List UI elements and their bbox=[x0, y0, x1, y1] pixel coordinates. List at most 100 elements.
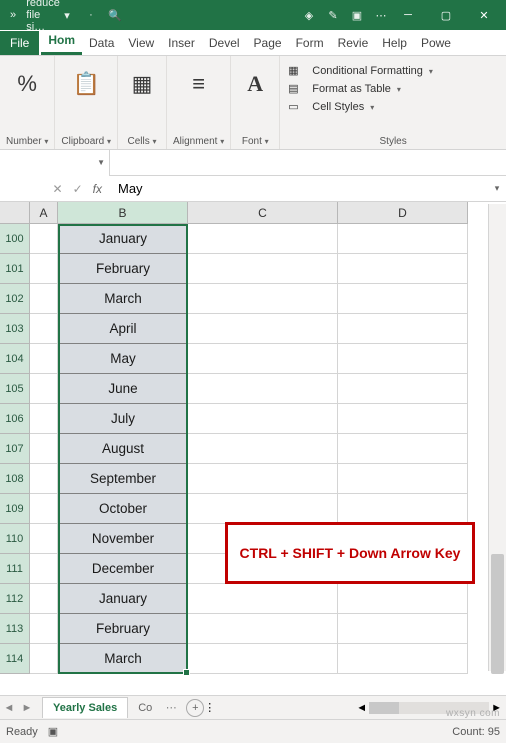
tab-page[interactable]: Page bbox=[247, 31, 289, 55]
tab-formulas[interactable]: Form bbox=[289, 31, 331, 55]
cell[interactable] bbox=[188, 644, 338, 674]
cell[interactable] bbox=[338, 494, 468, 524]
row-header[interactable]: 110 bbox=[0, 524, 30, 554]
scroll-left-icon[interactable]: ◄ bbox=[356, 702, 367, 714]
row-header[interactable]: 103 bbox=[0, 314, 30, 344]
cell[interactable] bbox=[30, 254, 58, 284]
cell[interactable] bbox=[338, 374, 468, 404]
cell[interactable] bbox=[188, 434, 338, 464]
cell[interactable]: July bbox=[58, 404, 188, 434]
cell[interactable]: March bbox=[58, 644, 188, 674]
cell[interactable] bbox=[188, 314, 338, 344]
cell[interactable] bbox=[30, 494, 58, 524]
formula-value[interactable]: May bbox=[110, 181, 488, 196]
cell[interactable] bbox=[338, 224, 468, 254]
group-number[interactable]: % Number ▾ bbox=[0, 56, 55, 149]
fx-icon[interactable]: fx bbox=[93, 182, 102, 196]
cell[interactable]: February bbox=[58, 254, 188, 284]
close-button[interactable]: ✕ bbox=[466, 0, 502, 30]
cell[interactable] bbox=[30, 644, 58, 674]
row-header[interactable]: 108 bbox=[0, 464, 30, 494]
row-header[interactable]: 101 bbox=[0, 254, 30, 284]
cell[interactable] bbox=[338, 344, 468, 374]
format-as-table-button[interactable]: ▤ Format as Table ▾ bbox=[288, 80, 498, 98]
tab-review[interactable]: Revie bbox=[331, 31, 376, 55]
row-header[interactable]: 113 bbox=[0, 614, 30, 644]
cell[interactable] bbox=[188, 224, 338, 254]
diamond-icon[interactable]: ◈ bbox=[300, 6, 318, 24]
cell[interactable] bbox=[30, 374, 58, 404]
cell[interactable] bbox=[338, 434, 468, 464]
tab-insert[interactable]: Inser bbox=[161, 31, 202, 55]
cell[interactable]: May bbox=[58, 344, 188, 374]
cell[interactable]: September bbox=[58, 464, 188, 494]
cell[interactable] bbox=[188, 494, 338, 524]
cell[interactable] bbox=[338, 254, 468, 284]
cell[interactable]: February bbox=[58, 614, 188, 644]
tab-file[interactable]: File bbox=[0, 31, 39, 55]
dropdown-icon[interactable]: ▾ bbox=[58, 6, 76, 24]
sheet-nav-next[interactable]: ► bbox=[18, 702, 36, 714]
row-header[interactable]: 112 bbox=[0, 584, 30, 614]
cell[interactable]: December bbox=[58, 554, 188, 584]
col-header-c[interactable]: C bbox=[188, 202, 338, 224]
cell[interactable]: October bbox=[58, 494, 188, 524]
group-font[interactable]: A Font ▾ bbox=[231, 56, 280, 149]
tab-view[interactable]: View bbox=[121, 31, 161, 55]
cell[interactable] bbox=[30, 614, 58, 644]
cell[interactable] bbox=[30, 224, 58, 254]
group-clipboard[interactable]: 📋 Clipboard ▾ bbox=[55, 56, 118, 149]
col-header-a[interactable]: A bbox=[30, 202, 58, 224]
ribbon-options-icon[interactable]: ⋯ bbox=[372, 6, 390, 24]
maximize-button[interactable]: ▢ bbox=[428, 0, 464, 30]
cell[interactable] bbox=[338, 614, 468, 644]
vertical-scrollbar[interactable] bbox=[488, 204, 506, 671]
row-header[interactable]: 111 bbox=[0, 554, 30, 584]
cell[interactable]: January bbox=[58, 224, 188, 254]
name-box[interactable]: ▼ bbox=[0, 150, 110, 176]
minimize-button[interactable]: ─ bbox=[390, 0, 426, 30]
chevron-down-icon[interactable]: ▼ bbox=[97, 158, 105, 167]
cell[interactable] bbox=[338, 284, 468, 314]
sheet-tab-next[interactable]: Co bbox=[128, 698, 162, 718]
row-header[interactable]: 106 bbox=[0, 404, 30, 434]
cell[interactable] bbox=[338, 464, 468, 494]
add-sheet-button[interactable]: + bbox=[186, 699, 204, 717]
col-header-b[interactable]: B bbox=[58, 202, 188, 224]
cell[interactable]: January bbox=[58, 584, 188, 614]
cell[interactable]: April bbox=[58, 314, 188, 344]
cell[interactable] bbox=[30, 434, 58, 464]
row-header[interactable]: 109 bbox=[0, 494, 30, 524]
tab-power[interactable]: Powe bbox=[414, 31, 458, 55]
tab-data[interactable]: Data bbox=[82, 31, 121, 55]
row-header[interactable]: 114 bbox=[0, 644, 30, 674]
cell[interactable] bbox=[338, 404, 468, 434]
pen-icon[interactable]: ✎ bbox=[324, 6, 342, 24]
cell[interactable] bbox=[30, 584, 58, 614]
cell[interactable] bbox=[30, 464, 58, 494]
tab-developer[interactable]: Devel bbox=[202, 31, 247, 55]
row-header[interactable]: 105 bbox=[0, 374, 30, 404]
cell[interactable] bbox=[188, 584, 338, 614]
cell[interactable] bbox=[30, 404, 58, 434]
conditional-formatting-button[interactable]: ▦ Conditional Formatting ▾ bbox=[288, 62, 498, 80]
cell-styles-button[interactable]: ▭ Cell Styles ▾ bbox=[288, 98, 498, 116]
row-header[interactable]: 104 bbox=[0, 344, 30, 374]
sheet-nav-prev[interactable]: ◄ bbox=[0, 702, 18, 714]
search-icon[interactable]: 🔍 bbox=[106, 6, 124, 24]
cell[interactable] bbox=[30, 344, 58, 374]
select-all-corner[interactable] bbox=[0, 202, 30, 224]
row-header[interactable]: 102 bbox=[0, 284, 30, 314]
history-icon[interactable]: » bbox=[4, 6, 22, 24]
cancel-icon[interactable]: ✕ bbox=[53, 182, 63, 196]
cell[interactable] bbox=[188, 284, 338, 314]
cell[interactable] bbox=[188, 374, 338, 404]
sheet-more-icon[interactable]: ⋯ bbox=[162, 701, 180, 714]
cell[interactable] bbox=[30, 524, 58, 554]
expand-formula-icon[interactable]: ▾ bbox=[488, 183, 506, 194]
cell[interactable]: March bbox=[58, 284, 188, 314]
row-header[interactable]: 100 bbox=[0, 224, 30, 254]
cell[interactable] bbox=[30, 554, 58, 584]
tab-help[interactable]: Help bbox=[375, 31, 414, 55]
sheet-tab-active[interactable]: Yearly Sales bbox=[42, 697, 128, 718]
